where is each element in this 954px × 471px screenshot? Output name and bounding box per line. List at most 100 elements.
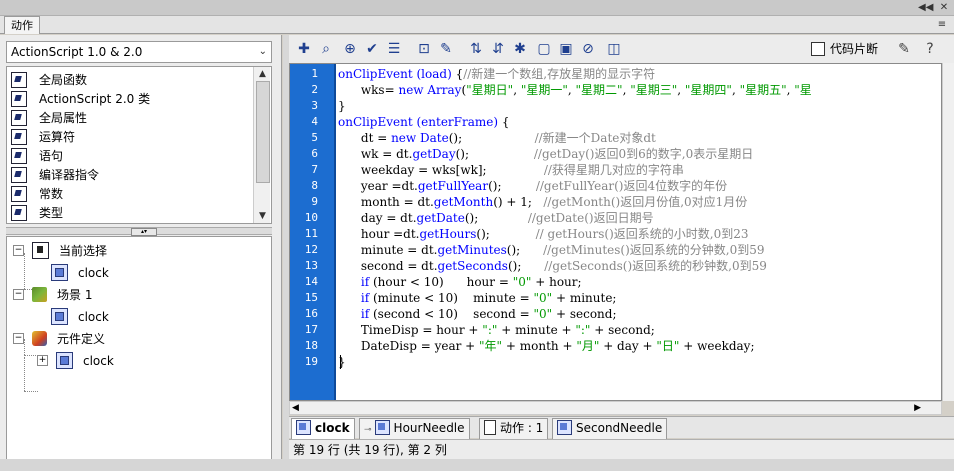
code-token: { xyxy=(501,115,510,129)
code-snippets-button[interactable]: 代码片断 xyxy=(811,40,878,58)
toolbox-item-label: 全局函数 xyxy=(39,73,88,87)
toolbox-item[interactable]: 全局函数 xyxy=(11,70,87,90)
version-select-value: ActionScript 1.0 & 2.0 xyxy=(11,45,143,59)
wand-icon[interactable]: ✎ xyxy=(895,40,913,58)
scroll-thumb[interactable] xyxy=(256,81,270,183)
code-line[interactable]: onClipEvent (enterFrame) { xyxy=(338,114,510,130)
code-token: getHours xyxy=(419,227,477,241)
toolbox-item[interactable]: ActionScript 2.0 类 xyxy=(11,89,150,109)
toolbox-item[interactable]: 编译器指令 xyxy=(11,165,99,185)
close-panel-icon[interactable]: ✕ xyxy=(938,1,950,15)
code-line[interactable]: if (second < 10) second = "0" + second; xyxy=(338,306,617,322)
line-number: 5 xyxy=(311,131,318,144)
toolbox-item[interactable]: 语句 xyxy=(11,146,63,166)
code-line[interactable]: day = dt.getDate(); //getDate()返回日期号 xyxy=(338,210,654,226)
code-line[interactable]: minute = dt.getMinutes(); //getMinutes()… xyxy=(338,242,765,258)
collapse-selection-icon[interactable]: ⇵ xyxy=(489,40,507,58)
tree-node-label: clock xyxy=(78,266,109,280)
code-token: // getHours()返回系统的小时数,0到23 xyxy=(535,227,749,241)
tree-node-label: clock xyxy=(83,354,114,368)
code-line[interactable]: dt = new Date(); //新建一个Date对象dt xyxy=(338,130,656,146)
left-panel: ActionScript 1.0 & 2.0 ⌄ 全局函数 ActionScri… xyxy=(0,35,282,471)
code-token: getFullYear xyxy=(417,179,489,193)
toolbox-item[interactable]: 全局属性 xyxy=(11,108,87,128)
expand-icon[interactable]: + xyxy=(37,355,48,366)
code-line[interactable]: if (hour < 10) hour = "0" + hour; xyxy=(338,274,582,290)
tab-secondneedle[interactable]: SecondNeedle xyxy=(552,418,668,440)
insert-target-path-icon[interactable]: ⊕ xyxy=(341,40,359,58)
code-line[interactable]: onClipEvent (load) {//新建一个数组,存放星期的显示字符 xyxy=(338,66,655,82)
toolbox-splitter[interactable]: ▴▾ xyxy=(6,227,272,236)
code-token: (); xyxy=(507,259,545,273)
tree-node-clock[interactable]: clock xyxy=(51,307,109,327)
code-line[interactable]: if (minute < 10) minute = "0" + minute; xyxy=(338,290,617,306)
remove-comment-icon[interactable]: ⊘ xyxy=(579,40,597,58)
collapse-icon[interactable]: − xyxy=(13,333,24,344)
line-number: 12 xyxy=(304,243,318,256)
collapse-icon[interactable]: − xyxy=(13,245,24,256)
movieclip-icon xyxy=(51,264,68,281)
code-line[interactable]: second = dt.getSeconds(); //getSeconds()… xyxy=(338,258,767,274)
apply-line-comment-icon[interactable]: ▣ xyxy=(557,40,575,58)
apply-block-comment-icon[interactable]: ▢ xyxy=(535,40,553,58)
debug-options-icon[interactable]: ✎ xyxy=(437,40,455,58)
toolbox-item[interactable]: 类型 xyxy=(11,203,63,223)
code-line[interactable]: wk = dt.getDay(); //getDay()返回0到6的数字,0表示… xyxy=(338,146,753,162)
book-icon xyxy=(11,90,27,107)
tab-action-1[interactable]: 动作 : 1 xyxy=(479,418,549,440)
code-line[interactable]: month = dt.getMonth() + 1; //getMonth()返… xyxy=(338,194,747,210)
editor-horizontal-scrollbar[interactable]: ◀ ▶ xyxy=(289,401,942,415)
collapse-arrows-icon[interactable]: ◀◀ xyxy=(918,1,933,15)
code-token: "0" xyxy=(533,291,553,305)
tree-node-clock[interactable]: clock xyxy=(51,263,109,283)
tree-node-label: clock xyxy=(78,310,109,324)
code-line[interactable]: year =dt.getFullYear(); //getFullYear()返… xyxy=(338,178,727,194)
code-line[interactable]: DateDisp = year + "年" + month + "月" + da… xyxy=(338,338,755,354)
scroll-up-icon[interactable]: ▲ xyxy=(254,67,271,81)
code-line[interactable]: wks= new Array("星期日", "星期一", "星期二", "星期三… xyxy=(338,82,812,98)
scroll-down-icon[interactable]: ▼ xyxy=(254,209,271,223)
code-token: //新建一个Date对象dt xyxy=(534,131,656,145)
actions-panel-tab[interactable]: 动作 xyxy=(4,16,40,34)
code-token: TimeDisp = hour + xyxy=(338,323,483,337)
code-token: getSeconds xyxy=(437,259,508,273)
tree-node-symbol-definitions[interactable]: − 元件定义 xyxy=(13,329,105,349)
code-line[interactable]: hour =dt.getHours(); // getHours()返回系统的小… xyxy=(338,226,749,242)
tree-node-clock[interactable]: + clock xyxy=(37,351,114,371)
help-icon[interactable]: ? xyxy=(921,40,939,58)
collapse-between-braces-icon[interactable]: ⇅ xyxy=(467,40,485,58)
code-line[interactable]: TimeDisp = hour + ":" + minute + ":" + s… xyxy=(338,322,655,338)
toolbox-scrollbar[interactable]: ▲ ▼ xyxy=(253,67,270,223)
toolbox-item[interactable]: 常数 xyxy=(11,184,63,204)
find-icon[interactable]: ⌕ xyxy=(317,40,335,58)
code-line[interactable]: weekday = wks[wk]; //获得星期几对应的字符串 xyxy=(338,162,684,178)
tab-clock[interactable]: clock xyxy=(291,418,355,440)
auto-format-icon[interactable]: ☰ xyxy=(385,40,403,58)
script-editor[interactable]: 1 2 3 4 5 6 7 8 9 10 11 12 13 14 15 16 17 18 19 onClipEven… xyxy=(289,63,942,401)
actionscript-version-select[interactable]: ActionScript 1.0 & 2.0 ⌄ xyxy=(6,41,272,63)
tree-node-current-selection[interactable]: − 当前选择 xyxy=(13,241,107,261)
code-line[interactable]: } xyxy=(338,98,346,114)
line-number: 16 xyxy=(304,307,318,320)
tree-node-scene-1[interactable]: − 场景 1 xyxy=(13,285,92,305)
book-icon xyxy=(11,128,27,145)
code-token: //getMonth()返回月份值,0对应1月份 xyxy=(543,195,748,209)
scene-icon xyxy=(32,287,47,302)
show-hide-toolbox-icon[interactable]: ◫ xyxy=(605,40,623,58)
splitter-grip-icon[interactable]: ▴▾ xyxy=(131,228,157,236)
add-script-icon[interactable]: ✚ xyxy=(295,40,313,58)
show-code-hint-icon[interactable]: ⊡ xyxy=(415,40,433,58)
line-number: 11 xyxy=(304,227,318,240)
toolbox-item[interactable]: 运算符 xyxy=(11,127,75,147)
code-token: wks= xyxy=(338,83,399,97)
scroll-right-icon[interactable]: ▶ xyxy=(914,402,921,414)
tab-hourneedle[interactable]: ⊸ HourNeedle xyxy=(359,418,470,440)
panel-menu-icon[interactable]: ≡ xyxy=(936,18,948,32)
check-syntax-icon[interactable]: ✔ xyxy=(363,40,381,58)
collapse-icon[interactable]: − xyxy=(13,289,24,300)
expand-all-icon[interactable]: ✱ xyxy=(511,40,529,58)
movieclip-icon xyxy=(374,420,390,435)
editor-vertical-scrollbar[interactable] xyxy=(942,63,954,401)
code-token: weekday = wks[wk]; xyxy=(338,163,544,177)
scroll-left-icon[interactable]: ◀ xyxy=(292,402,299,414)
